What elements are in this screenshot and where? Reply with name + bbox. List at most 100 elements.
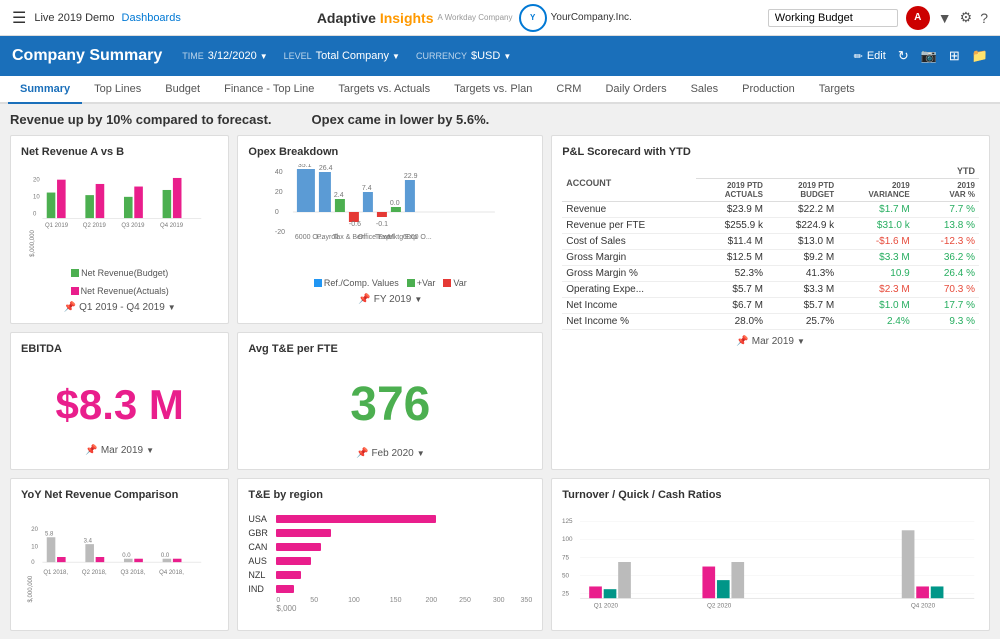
svg-text:Q1 2020: Q1 2020 xyxy=(594,602,619,609)
live-demo-label: Live 2019 Demo xyxy=(34,12,114,24)
level-label: LEVEL xyxy=(284,51,312,61)
pl-scorecard-table: ACCOUNT YTD 2019 PTDACTUALS 2019 PTDBUDG… xyxy=(562,164,979,330)
tab-budget[interactable]: Budget xyxy=(153,76,212,104)
refresh-icon[interactable]: ↻ xyxy=(898,48,909,64)
help-icon[interactable]: ? xyxy=(980,10,988,26)
variance-cell: $3.3 M xyxy=(838,250,914,266)
yoy-svg: $,000,000 20 10 0 5.8 3.4 0.0 xyxy=(21,507,218,607)
ebitda-widget: EBITDA $8.3 M 📌 Mar 2019 ▼ xyxy=(10,332,229,470)
account-cell: Operating Expe... xyxy=(562,282,696,298)
legend-pos-var: +Var xyxy=(407,278,436,288)
actuals-cell: 28.0% xyxy=(696,314,767,330)
top-navigation: ☰ Live 2019 Demo Dashboards Adaptive Ins… xyxy=(0,0,1000,36)
net-revenue-footer[interactable]: 📌 Q1 2019 - Q4 2019 ▼ xyxy=(21,302,218,313)
folder-icon[interactable]: 📁 xyxy=(972,48,988,64)
time-filter[interactable]: TIME 3/12/2020 ▼ xyxy=(182,50,267,62)
tab-targets[interactable]: Targets xyxy=(807,76,867,104)
svg-text:0: 0 xyxy=(31,560,35,566)
turnover-svg: 125 100 75 50 25 xyxy=(562,507,979,617)
yoy-widget: YoY Net Revenue Comparison $,000,000 20 … xyxy=(10,478,229,631)
pl-scorecard-footer[interactable]: 📌 Mar 2019 ▼ xyxy=(562,336,979,347)
variance-cell: 10.9 xyxy=(838,266,914,282)
tab-targets-actuals[interactable]: Targets vs. Actuals xyxy=(326,76,442,104)
var-pct-cell: 17.7 % xyxy=(914,298,979,314)
tab-summary[interactable]: Summary xyxy=(8,76,82,104)
net-revenue-chart: $,000,000 20 10 0 xyxy=(21,164,218,264)
svg-text:0.0: 0.0 xyxy=(390,200,400,207)
te-title: T&E by region xyxy=(248,489,532,501)
headline-right: Opex came in lower by 5.6%. xyxy=(312,112,490,127)
table-row: Gross Margin % 52.3% 41.3% 10.9 26.4 % xyxy=(562,266,979,282)
pl-scorecard-title: P&L Scorecard with YTD xyxy=(562,146,979,158)
camera-icon[interactable]: 📷 xyxy=(921,48,937,64)
ebitda-title: EBITDA xyxy=(21,343,218,355)
budget-col-header: 2019 PTDBUDGET xyxy=(767,179,838,202)
hbar-ind: IND xyxy=(248,583,532,595)
currency-value[interactable]: $USD ▼ xyxy=(471,50,511,62)
avg-te-value: 376 xyxy=(248,361,532,442)
legend-budget: Net Revenue(Budget) xyxy=(71,268,168,278)
account-cell: Gross Margin xyxy=(562,250,696,266)
svg-text:2.4: 2.4 xyxy=(334,192,344,199)
adaptive-logo: Adaptive Insights xyxy=(317,10,434,26)
user-chevron[interactable]: ▼ xyxy=(938,10,952,26)
time-value[interactable]: 3/12/2020 ▼ xyxy=(208,50,268,62)
budget-cell: 41.3% xyxy=(767,266,838,282)
svg-text:75: 75 xyxy=(562,554,570,561)
ebitda-footer[interactable]: 📌 Mar 2019 ▼ xyxy=(21,445,218,456)
grid-icon[interactable]: ⊞ xyxy=(949,48,960,64)
svg-text:$,000,000: $,000,000 xyxy=(28,575,34,602)
headline-left: Revenue up by 10% compared to forecast. xyxy=(10,112,272,127)
time-label: TIME xyxy=(182,51,204,61)
level-filter[interactable]: LEVEL Total Company ▼ xyxy=(284,50,400,62)
svg-text:Q3 2019: Q3 2019 xyxy=(121,223,145,229)
te-chart: USA GBR CAN AUS NZL xyxy=(248,507,532,617)
svg-text:Q1 2018,: Q1 2018, xyxy=(43,570,68,576)
settings-icon[interactable]: ⚙ xyxy=(960,9,973,26)
budget-cell: $22.2 M xyxy=(767,202,838,218)
svg-text:Q2 2019: Q2 2019 xyxy=(83,223,107,229)
svg-text:3.4: 3.4 xyxy=(84,538,93,544)
budget-cell: $3.3 M xyxy=(767,282,838,298)
page-title: Company Summary xyxy=(12,47,162,65)
turnover-chart: 125 100 75 50 25 xyxy=(562,507,979,620)
tab-top-lines[interactable]: Top Lines xyxy=(82,76,153,104)
budget-cell: $9.2 M xyxy=(767,250,838,266)
te-widget: T&E by region USA GBR CAN AUS xyxy=(237,478,543,631)
dashboards-link[interactable]: Dashboards xyxy=(122,12,181,24)
tab-daily-orders[interactable]: Daily Orders xyxy=(593,76,678,104)
actuals-cell: $255.9 k xyxy=(696,218,767,234)
ebitda-value: $8.3 M xyxy=(21,361,218,439)
budget-select[interactable] xyxy=(768,9,898,27)
legend-actuals: Net Revenue(Actuals) xyxy=(71,286,169,296)
budget-cell: $224.9 k xyxy=(767,218,838,234)
svg-text:10: 10 xyxy=(33,195,40,201)
variance-cell: $2.3 M xyxy=(838,282,914,298)
var-pct-cell: 9.3 % xyxy=(914,314,979,330)
user-avatar[interactable]: A xyxy=(906,6,930,30)
hamburger-menu[interactable]: ☰ xyxy=(12,8,26,28)
tab-sales[interactable]: Sales xyxy=(679,76,731,104)
net-revenue-legend: Net Revenue(Budget) Net Revenue(Actuals) xyxy=(21,268,218,296)
avg-te-footer[interactable]: 📌 Feb 2020 ▼ xyxy=(248,448,532,459)
tab-targets-plan[interactable]: Targets vs. Plan xyxy=(442,76,544,104)
currency-filter[interactable]: CURRENCY $USD ▼ xyxy=(416,50,511,62)
actuals-col-header: 2019 PTDACTUALS xyxy=(696,179,767,202)
level-value[interactable]: Total Company ▼ xyxy=(316,50,400,62)
var-pct-cell: 26.4 % xyxy=(914,266,979,282)
svg-text:20: 20 xyxy=(275,189,283,196)
hbar-aus: AUS xyxy=(248,555,532,567)
tab-crm[interactable]: CRM xyxy=(544,76,593,104)
svg-text:26.4: 26.4 xyxy=(319,165,333,172)
svg-text:6000 O...: 6000 O... xyxy=(403,234,432,241)
opex-chart: 40 20 0 -20 35.1 26.4 2.4 xyxy=(248,164,532,274)
tab-production[interactable]: Production xyxy=(730,76,807,104)
edit-button[interactable]: ✏ Edit xyxy=(854,50,886,63)
opex-footer[interactable]: 📌 FY 2019 ▼ xyxy=(248,294,532,305)
workday-label: A Workday Company xyxy=(438,13,513,22)
account-cell: Revenue per FTE xyxy=(562,218,696,234)
tab-finance-top-line[interactable]: Finance - Top Line xyxy=(212,76,326,104)
svg-text:5.8: 5.8 xyxy=(45,532,54,538)
svg-text:0: 0 xyxy=(33,212,37,218)
net-revenue-svg: $,000,000 20 10 0 xyxy=(21,164,218,264)
